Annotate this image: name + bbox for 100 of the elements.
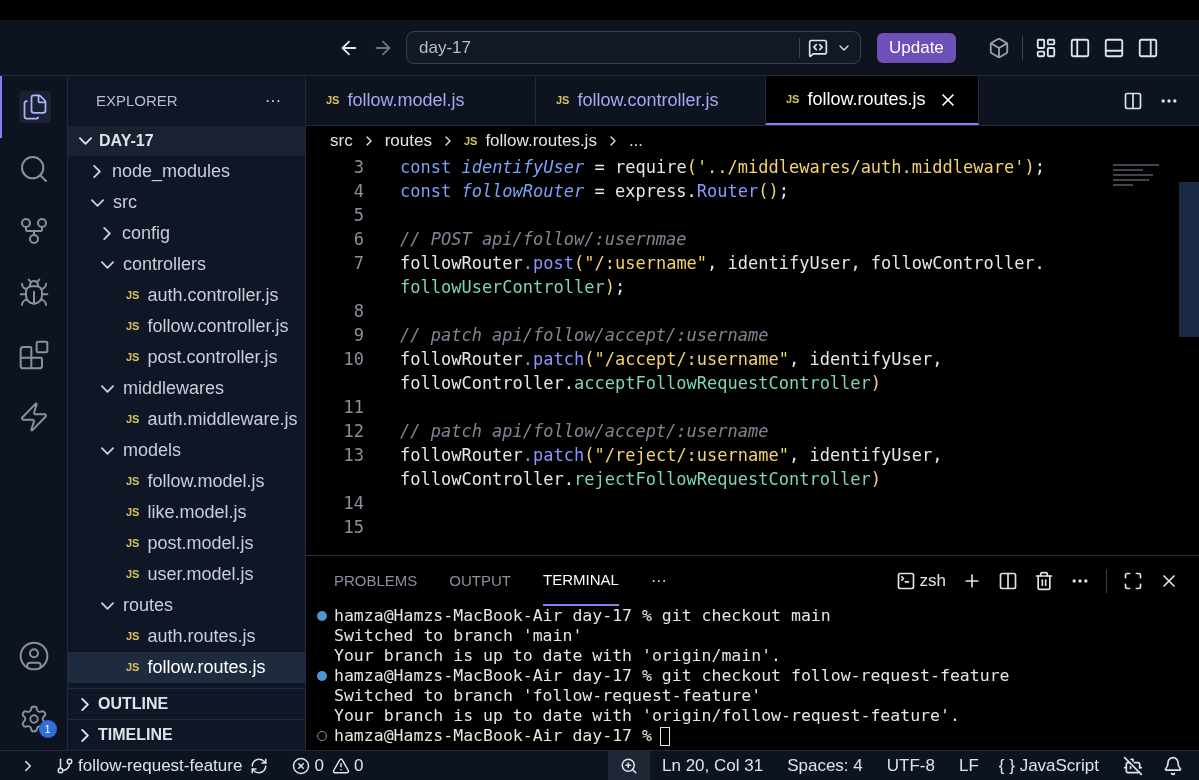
js-file-icon: JS (126, 411, 140, 428)
cube-icon[interactable] (987, 36, 1010, 59)
sync-icon[interactable] (250, 756, 269, 775)
trash-icon[interactable] (1034, 571, 1054, 591)
folder-item[interactable]: routes (68, 590, 305, 621)
root-folder-item[interactable]: DAY-17 (68, 126, 305, 156)
extensions-icon[interactable] (17, 339, 50, 371)
branch-icon (56, 756, 74, 775)
js-file-icon: JS (326, 92, 340, 109)
maximize-icon[interactable] (1123, 571, 1143, 591)
panel-tab[interactable]: TERMINAL (543, 556, 619, 606)
language-status[interactable]: { } JavaScript (998, 752, 1099, 779)
layout-icon[interactable] (1034, 36, 1057, 59)
file-item[interactable]: JS user.model.js (68, 559, 305, 590)
editor-tab[interactable]: JS follow.model.js (306, 76, 536, 125)
code-line: // POST api/follow/:usernmae (400, 228, 687, 252)
file-item[interactable]: JS auth.routes.js (68, 621, 305, 652)
line-number: 3 (352, 156, 364, 180)
zoom-status[interactable] (608, 751, 651, 780)
update-button[interactable]: Update (877, 32, 956, 63)
editor-tab[interactable]: JS follow.routes.js (766, 76, 979, 125)
bell-icon[interactable] (1163, 755, 1183, 776)
indentation-status[interactable]: Spaces: 4 (787, 752, 863, 779)
secondary-sidebar-icon[interactable] (1136, 36, 1159, 59)
line-number: 4 (352, 180, 364, 204)
file-item[interactable]: JS like.model.js (68, 497, 305, 528)
code-line: // patch api/follow/accept/:username (400, 324, 769, 348)
chevron-right-icon (81, 728, 89, 742)
error-icon (292, 756, 311, 775)
terminal-line: Your branch is up to date with 'origin/follow-request-feature'. (334, 706, 960, 726)
file-item[interactable]: JS follow.routes.js (68, 652, 305, 683)
split-terminal-icon[interactable] (998, 571, 1018, 591)
file-item[interactable]: JS auth.controller.js (68, 280, 305, 311)
command-center-field[interactable]: day-17 (406, 31, 861, 64)
assistant-off-icon[interactable] (1123, 755, 1143, 776)
terminal-line: Your branch is up to date with 'origin/main'. (334, 646, 782, 666)
line-number: 15 (342, 516, 364, 540)
code-line: followController.rejectFollowRequestController) (400, 468, 882, 492)
files-icon[interactable] (18, 91, 51, 123)
line-ending-status[interactable]: LF (958, 752, 979, 779)
sidebar-toggle-icon[interactable] (1068, 36, 1091, 59)
chevron-right-icon (93, 165, 101, 178)
line-number: 7 (352, 252, 364, 276)
terminal-profile-button[interactable]: zsh (895, 568, 946, 594)
code-line: followRouter.post("/:username", identifyUser, followController. (400, 252, 1045, 276)
code-line: // patch api/follow/accept/:username (400, 420, 769, 444)
zoom-icon (620, 756, 639, 775)
chevron-down-icon (101, 446, 114, 455)
folder-item[interactable]: config (68, 218, 305, 249)
js-file-icon: JS (126, 287, 140, 304)
breadcrumb-item[interactable]: JS follow.routes.js (463, 128, 597, 154)
folder-item[interactable]: middlewares (68, 373, 305, 404)
breadcrumb-item[interactable]: ... (628, 128, 644, 154)
js-file-icon: JS (126, 535, 140, 552)
panel-tab[interactable]: OUTPUT (449, 556, 512, 606)
file-item[interactable]: JS follow.controller.js (68, 311, 305, 342)
split-editor-icon[interactable] (1123, 90, 1143, 111)
panel-toggle-icon[interactable] (1102, 36, 1125, 59)
breadcrumb-item[interactable]: src (330, 128, 353, 154)
branch-status[interactable]: follow-request-feature (56, 752, 243, 779)
chevron-down-icon (101, 260, 114, 269)
file-item[interactable]: JS auth.middleware.js (68, 404, 305, 435)
line-number: 12 (342, 420, 364, 444)
terminal-line: Switched to branch 'main' (334, 626, 583, 646)
folder-item[interactable]: models (68, 435, 305, 466)
cursor-position[interactable]: Ln 20, Col 31 (662, 752, 764, 779)
js-file-icon: JS (463, 132, 478, 150)
line-number: 8 (352, 300, 364, 324)
debug-icon[interactable] (17, 277, 50, 309)
file-item[interactable]: JS post.model.js (68, 528, 305, 559)
terminal-line: hamza@Hamzs-MacBook-Air day-17 % git checkout main (334, 606, 831, 626)
more-actions[interactable]: ··· (650, 569, 667, 593)
file-item[interactable]: JS follow.model.js (68, 466, 305, 497)
code-line: const followRouter = express.Router(); (400, 180, 789, 204)
terminal-icon (895, 571, 916, 591)
line-number: 10 (342, 348, 364, 372)
folder-item[interactable]: controllers (68, 249, 305, 280)
breadcrumb-item[interactable]: routes (384, 128, 432, 154)
account-icon[interactable] (17, 640, 50, 672)
js-file-icon: JS (556, 92, 570, 109)
section-header[interactable]: OUTLINE (68, 688, 305, 719)
terminal-line: hamza@Hamzs-MacBook-Air day-17 % git checkout follow-request-feature (334, 666, 1010, 686)
code-line: followRouter.patch("/reject/:username", identifyUser, (400, 444, 943, 468)
problems-status[interactable]: 0 0 (292, 752, 364, 779)
chat-icon[interactable] (808, 37, 828, 58)
file-item[interactable]: JS post.controller.js (68, 342, 305, 373)
folder-item[interactable]: src (68, 187, 305, 218)
notification-badge: 1 (38, 720, 57, 738)
panel-tab[interactable]: PROBLEMS (334, 556, 418, 606)
chevron-down-icon (101, 601, 114, 610)
code-line: followUserController); (400, 276, 626, 300)
js-file-icon: JS (126, 504, 140, 521)
more-actions[interactable]: ··· (265, 89, 281, 113)
js-file-icon: JS (126, 349, 140, 366)
encoding-status[interactable]: UTF-8 (886, 752, 935, 779)
code-line: followRouter.patch("/accept/:username", identifyUser, (400, 348, 943, 372)
line-number: 5 (352, 204, 364, 228)
minimap (1113, 164, 1159, 186)
folder-item[interactable]: node_modules (68, 156, 305, 187)
terminal-line: Switched to branch 'follow-request-feature' (334, 686, 762, 706)
